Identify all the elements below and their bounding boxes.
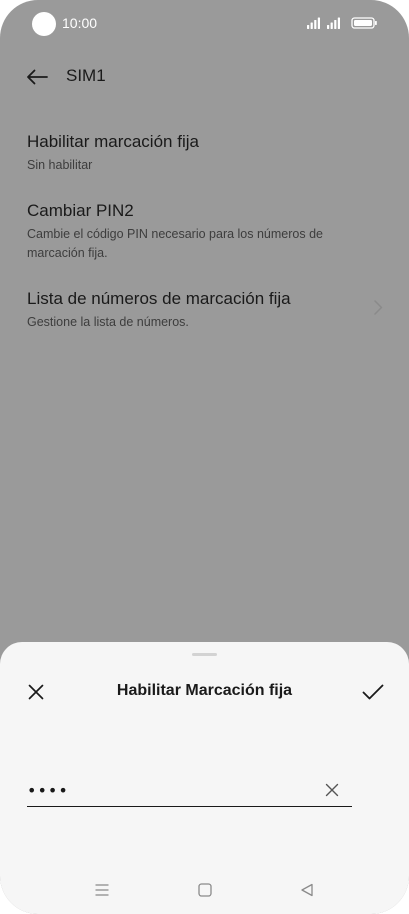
- sheet-drag-handle[interactable]: [192, 653, 217, 656]
- status-icons: [307, 16, 379, 30]
- checkmark-icon: [362, 684, 384, 700]
- nav-home-button[interactable]: [195, 880, 215, 900]
- setting-subtitle: Cambie el código PIN necesario para los …: [27, 227, 323, 260]
- status-time: 10:00: [62, 15, 98, 31]
- signal-1-icon: [307, 17, 320, 29]
- setting-title: Lista de números de marcación fija: [27, 289, 291, 308]
- camera-cutout: [32, 12, 56, 36]
- navigation-bar: [0, 874, 409, 904]
- app-header: SIM1: [0, 56, 409, 96]
- phone-screen: 10:00 SIM1 Habilitar marcación fija Sin …: [0, 0, 409, 914]
- setting-fixed-dialing-list[interactable]: Lista de números de marcación fija Gesti…: [0, 275, 409, 344]
- sheet-title: Habilitar Marcación fija: [116, 682, 293, 699]
- setting-subtitle: Gestione la lista de números.: [27, 315, 189, 329]
- back-button[interactable]: [22, 62, 52, 92]
- nav-menu-button[interactable]: [92, 880, 112, 900]
- setting-subtitle: Sin habilitar: [27, 158, 93, 172]
- home-icon: [198, 883, 212, 897]
- status-bar: 10:00: [0, 0, 409, 46]
- pin-input[interactable]: [27, 778, 307, 802]
- close-button[interactable]: [24, 680, 48, 704]
- signal-2-icon: [327, 17, 340, 29]
- page-title: SIM1: [66, 66, 106, 85]
- battery-icon: [351, 17, 377, 29]
- nav-back-button[interactable]: [297, 880, 317, 900]
- setting-change-pin2[interactable]: Cambiar PIN2 Cambie el código PIN necesa…: [0, 187, 409, 275]
- menu-icon: [95, 884, 109, 896]
- chevron-right-icon: [373, 299, 383, 320]
- signal-battery-icons: [307, 17, 377, 29]
- setting-title: Habilitar marcación fija: [27, 132, 199, 151]
- clear-icon: [325, 783, 339, 797]
- arrow-left-icon: [27, 69, 48, 85]
- back-triangle-icon: [301, 883, 313, 897]
- pin-field: [27, 774, 352, 807]
- close-icon: [28, 684, 44, 700]
- enable-fixed-dialing-sheet: Habilitar Marcación fija: [0, 642, 409, 914]
- sheet-header: Habilitar Marcación fija: [0, 672, 409, 712]
- clear-input-button[interactable]: [322, 780, 342, 800]
- settings-list: Habilitar marcación fija Sin habilitar C…: [0, 118, 409, 344]
- setting-enable-fixed-dialing[interactable]: Habilitar marcación fija Sin habilitar: [0, 118, 409, 187]
- setting-title: Cambiar PIN2: [27, 201, 134, 220]
- confirm-button[interactable]: [359, 680, 387, 704]
